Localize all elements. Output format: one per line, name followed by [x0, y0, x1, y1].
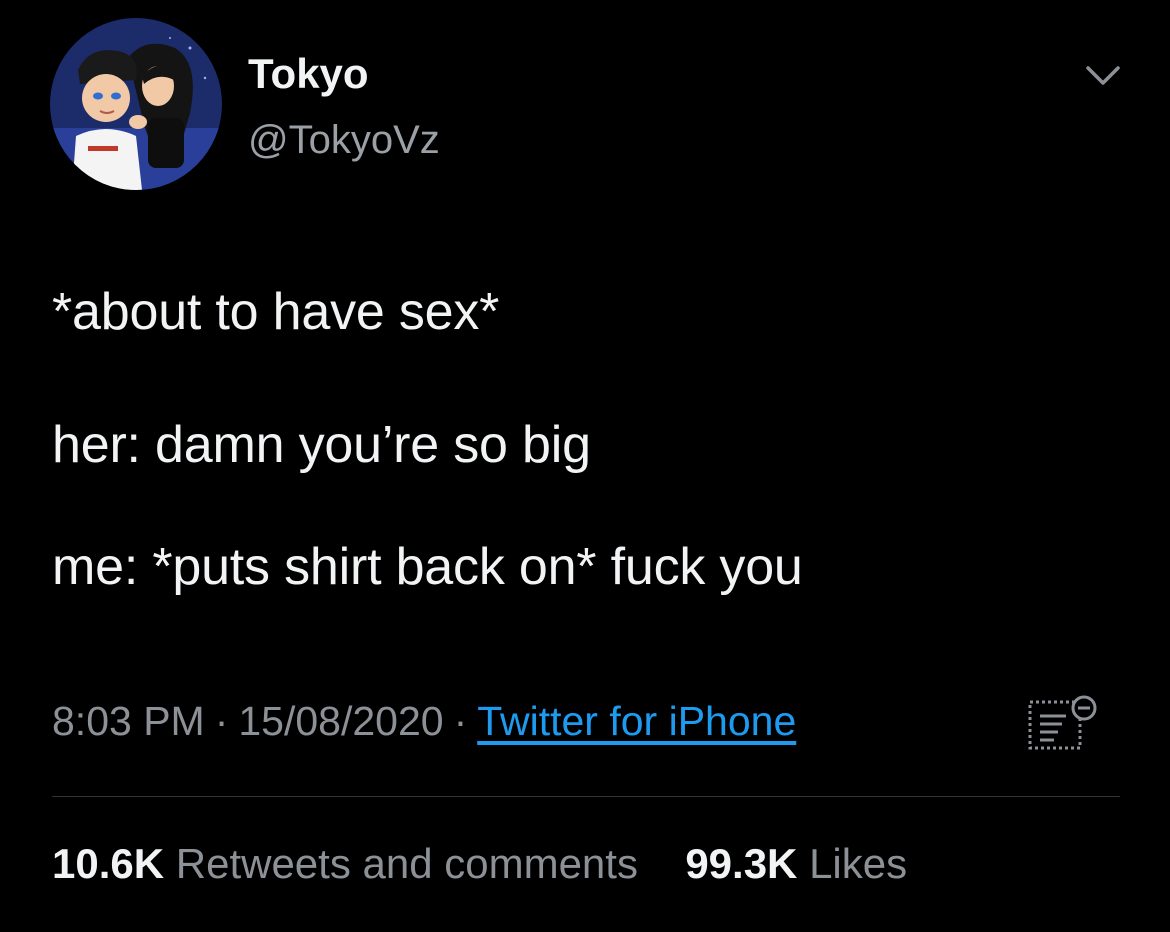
tweet-date[interactable]: 15/08/2020: [238, 698, 443, 745]
avatar[interactable]: [50, 18, 222, 190]
retweets-stat[interactable]: 10.6K Retweets and comments: [52, 840, 650, 887]
display-name[interactable]: Tokyo: [248, 50, 369, 98]
chevron-down-icon[interactable]: [1082, 58, 1124, 92]
retweets-label: Retweets and comments: [175, 840, 638, 887]
user-handle[interactable]: @TokyoVz: [248, 118, 440, 163]
tweet-stats: 10.6K Retweets and comments 99.3K Likes: [52, 840, 907, 888]
tweet-metadata: 8:03 PM · 15/08/2020 · Twitter for iPhon…: [52, 698, 796, 745]
meta-separator: ·: [453, 698, 468, 744]
retweets-count: 10.6K: [52, 840, 165, 887]
divider: [52, 796, 1120, 797]
likes-stat[interactable]: 99.3K Likes: [685, 840, 907, 887]
tweet-text-line: me: *puts shirt back on* fuck you: [52, 538, 803, 596]
analytics-icon[interactable]: [1026, 694, 1100, 754]
cartoon-couple-avatar-icon: [50, 18, 222, 190]
tweet-text-line: her: damn you’re so big: [52, 416, 591, 474]
tweet-time[interactable]: 8:03 PM: [52, 698, 205, 745]
likes-count: 99.3K: [685, 840, 798, 887]
meta-separator: ·: [214, 698, 229, 744]
tweet-text-line: *about to have sex*: [52, 283, 500, 341]
tweet-source-link[interactable]: Twitter for iPhone: [477, 698, 796, 745]
likes-label: Likes: [809, 840, 908, 887]
